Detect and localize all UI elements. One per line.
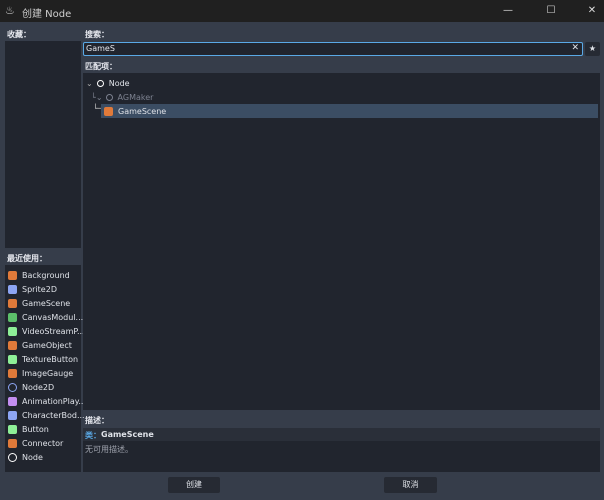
recent-item[interactable]: GameObject: [5, 338, 81, 352]
recent-item-label: VideoStreamP...: [22, 326, 85, 336]
recent-item[interactable]: Background: [5, 268, 81, 282]
scene-script-icon: [104, 106, 113, 116]
recent-item-label: CanvasModul...: [22, 312, 84, 322]
node-type-icon: [8, 340, 17, 350]
favorite-button[interactable]: ★: [585, 42, 600, 56]
recent-item[interactable]: CanvasModul...: [5, 310, 84, 324]
recent-item[interactable]: Sprite2D: [5, 282, 81, 296]
search-label: 搜索：: [85, 30, 109, 39]
class-name-link[interactable]: GameScene: [101, 430, 154, 439]
godot-logo-icon: ♨: [5, 4, 15, 17]
recent-item[interactable]: ImageGauge: [5, 366, 81, 380]
node-type-icon: [8, 298, 17, 308]
description-header: 类： GameScene: [83, 428, 600, 441]
node-type-icon: [8, 410, 17, 420]
recent-item-label: Connector: [22, 438, 64, 448]
recent-item-label: CharacterBod...: [22, 410, 85, 420]
matches-label: 匹配项：: [85, 62, 117, 71]
recent-item[interactable]: TextureButton: [5, 352, 81, 366]
recent-label: 最近使用：: [7, 254, 47, 263]
node-type-icon: [8, 452, 17, 462]
node-type-icon: [8, 284, 17, 294]
title-bar: ♨ 创建 Node — ☐ ✕: [0, 0, 604, 22]
tree-item-label: Node: [108, 78, 130, 88]
recent-item[interactable]: Node: [5, 450, 81, 464]
recent-item-label: Node: [22, 452, 43, 462]
recent-item-label: Node2D: [22, 382, 55, 392]
node-type-icon: [8, 326, 17, 336]
recent-item[interactable]: VideoStreamP...: [5, 324, 85, 338]
recent-item[interactable]: GameScene: [5, 296, 81, 310]
recent-item[interactable]: Connector: [5, 436, 81, 450]
description-text: 无可用描述。: [85, 445, 133, 454]
search-input[interactable]: GameS ✕: [83, 42, 583, 56]
favorites-list[interactable]: [5, 41, 81, 248]
window-title: 创建 Node: [22, 9, 72, 20]
node-icon: [96, 79, 104, 87]
recent-item-label: ImageGauge: [22, 368, 74, 378]
recent-item-label: Sprite2D: [22, 284, 57, 294]
recent-item[interactable]: CharacterBod...: [5, 408, 85, 422]
search-value: GameS: [86, 44, 115, 53]
node-type-icon: [8, 396, 17, 406]
maximize-button[interactable]: ☐: [543, 3, 559, 19]
node-type-icon: [8, 368, 17, 378]
description-body: 无可用描述。: [83, 441, 600, 472]
node-type-icon: [8, 270, 17, 280]
tree-item-node[interactable]: ⌄ Node: [83, 76, 130, 90]
description-label: 描述：: [85, 416, 109, 425]
node-type-icon: [8, 312, 17, 322]
recent-list[interactable]: Background Sprite2D GameScene CanvasModul..…: [5, 265, 86, 472]
recent-item-label: AnimationPlay...: [22, 396, 86, 406]
recent-item-label: GameObject: [22, 340, 72, 350]
create-button[interactable]: 创建: [168, 477, 220, 493]
close-button[interactable]: ✕: [584, 3, 600, 19]
node-type-icon: [8, 382, 17, 392]
tree-item-label: GameScene: [118, 106, 167, 116]
recent-item[interactable]: Node2D: [5, 380, 81, 394]
matches-tree[interactable]: ⌄ Node └⌄ AGMaker └─ GameScene: [83, 73, 600, 410]
recent-item-label: Button: [22, 424, 49, 434]
minimize-button[interactable]: —: [500, 3, 516, 19]
recent-item-label: Background: [22, 270, 70, 280]
recent-item-label: TextureButton: [22, 354, 79, 364]
node-type-icon: [8, 354, 17, 364]
class-prefix: 类：: [85, 431, 101, 440]
recent-item[interactable]: Button: [5, 422, 81, 436]
node-type-icon: [8, 424, 17, 434]
chevron-down-icon: ⌄: [86, 78, 93, 88]
tree-item-label: AGMaker: [117, 92, 154, 102]
tree-item-gamescene[interactable]: GameScene: [101, 104, 598, 118]
recent-item[interactable]: AnimationPlay...: [5, 394, 86, 408]
cancel-button[interactable]: 取消: [384, 477, 437, 493]
recent-item-label: GameScene: [22, 298, 71, 308]
tree-line: └⌄: [91, 92, 103, 102]
tree-item-agmaker[interactable]: └⌄ AGMaker: [88, 90, 153, 104]
favorites-label: 收藏：: [7, 30, 31, 39]
node-type-icon: [8, 438, 17, 448]
clear-icon[interactable]: ✕: [571, 43, 579, 53]
node-icon: [105, 93, 113, 101]
